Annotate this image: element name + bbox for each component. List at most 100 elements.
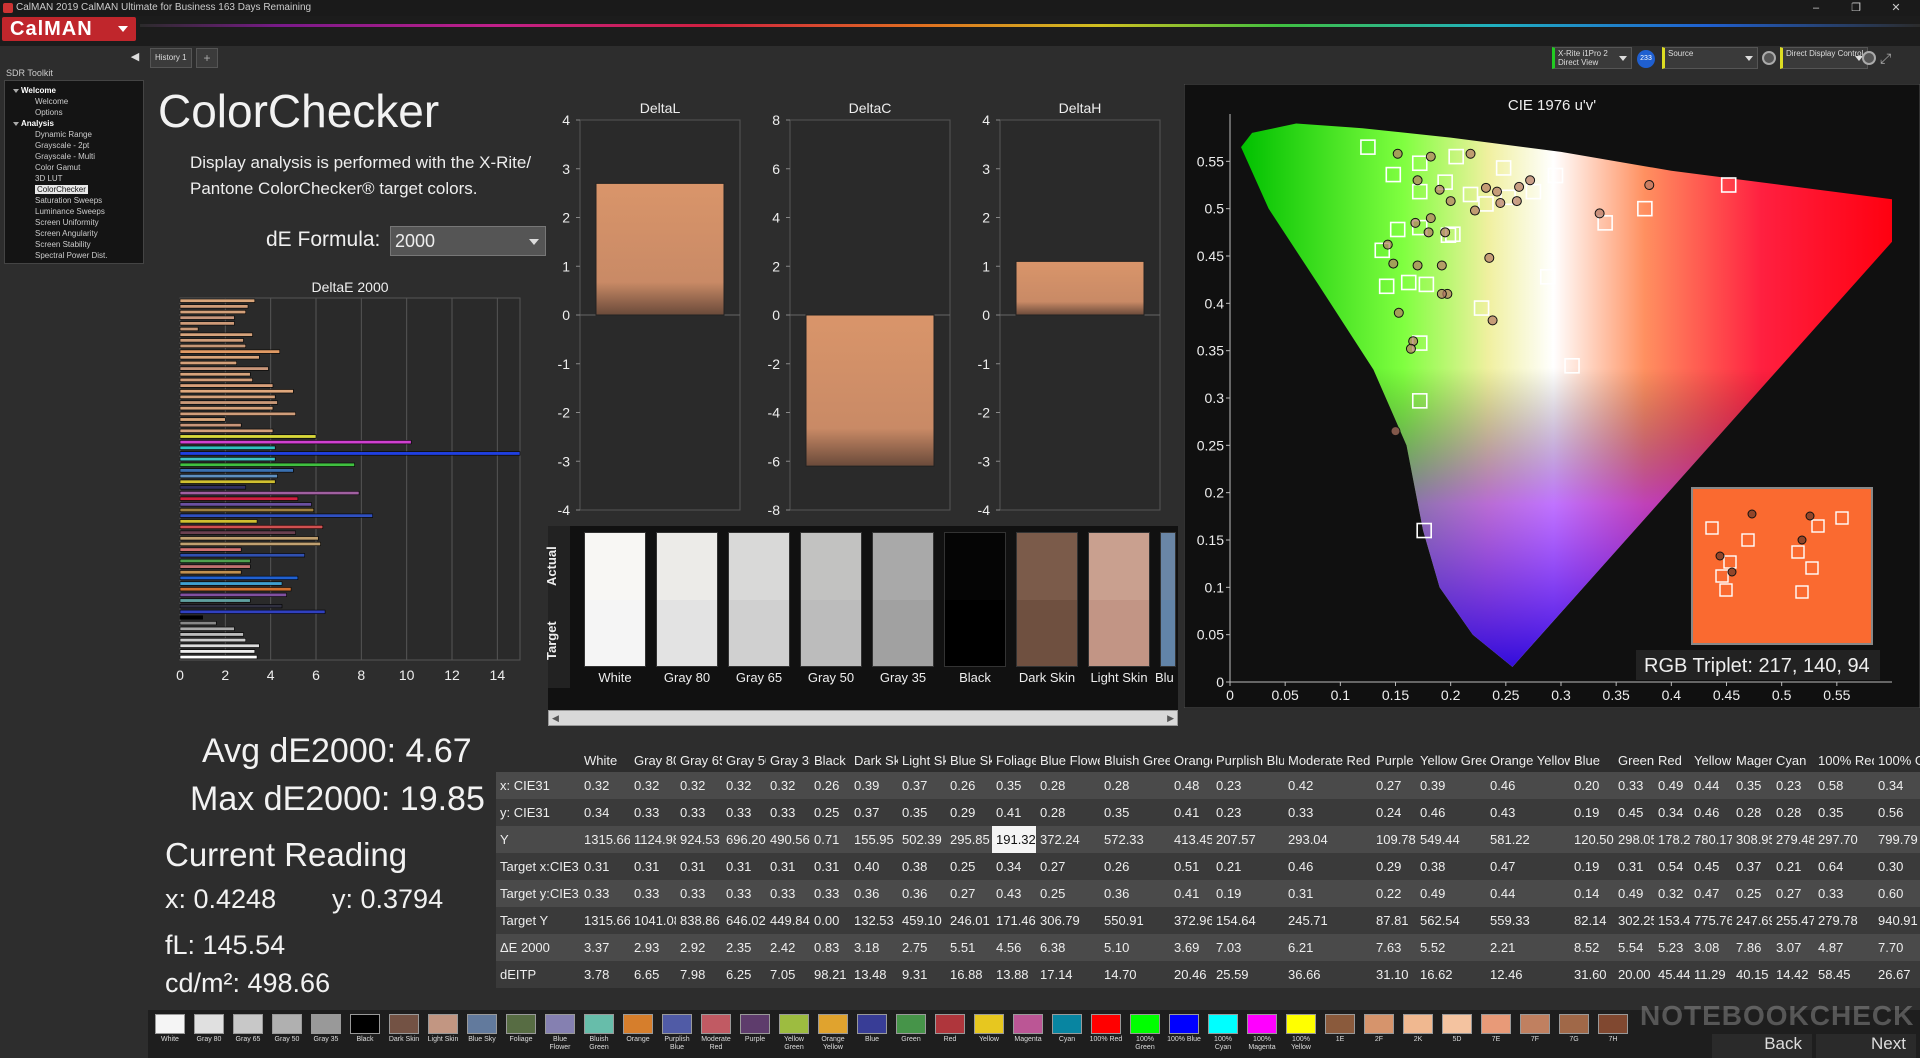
bottom-swatch[interactable]: Purple xyxy=(737,1012,773,1058)
table-cell[interactable]: 3.37 xyxy=(580,934,630,961)
bottom-swatch[interactable]: Bluish Green xyxy=(581,1012,617,1058)
table-cell[interactable]: 0.22 xyxy=(1372,880,1416,907)
table-cell[interactable]: 191.32 xyxy=(992,826,1036,853)
table-cell[interactable]: 7.70 xyxy=(1874,934,1920,961)
table-cell[interactable]: 7.63 xyxy=(1372,934,1416,961)
table-cell[interactable]: 0.64 xyxy=(1814,853,1874,880)
table-cell[interactable]: 0.28 xyxy=(1036,799,1100,826)
table-cell[interactable]: 14.70 xyxy=(1100,961,1170,988)
table-cell[interactable]: 45.44 xyxy=(1654,961,1690,988)
table-cell[interactable]: 0.32 xyxy=(766,772,810,799)
table-cell[interactable]: 0.31 xyxy=(676,853,722,880)
bottom-swatch[interactable]: 100% Magenta xyxy=(1244,1012,1280,1058)
table-cell[interactable]: 372.24 xyxy=(1036,826,1100,853)
bottom-swatch[interactable]: Black xyxy=(347,1012,383,1058)
bottom-swatch[interactable]: Moderate Red xyxy=(698,1012,734,1058)
table-cell[interactable]: 0.39 xyxy=(1416,772,1486,799)
table-cell[interactable]: 0.44 xyxy=(1690,772,1732,799)
bottom-swatch[interactable]: Orange xyxy=(620,1012,656,1058)
swatch-white[interactable] xyxy=(584,532,646,667)
table-cell[interactable]: 2.42 xyxy=(766,934,810,961)
sidebar-item[interactable]: Screen Angularity xyxy=(11,228,143,239)
bottom-swatch[interactable]: 2F xyxy=(1361,1012,1397,1058)
table-cell[interactable]: 0.46 xyxy=(1416,799,1486,826)
table-cell[interactable]: 559.33 xyxy=(1486,907,1570,934)
table-cell[interactable]: 20.00 xyxy=(1614,961,1654,988)
table-cell[interactable]: 0.30 xyxy=(1874,853,1920,880)
table-cell[interactable]: 6.38 xyxy=(1036,934,1100,961)
table-cell[interactable]: 2.21 xyxy=(1486,934,1570,961)
table-cell[interactable]: 0.43 xyxy=(992,880,1036,907)
table-cell[interactable]: 0.44 xyxy=(1486,880,1570,907)
sidebar-item[interactable]: 3D LUT xyxy=(11,173,143,184)
table-cell[interactable]: 0.31 xyxy=(810,853,850,880)
bottom-swatch[interactable]: Gray 65 xyxy=(230,1012,266,1058)
bottom-swatch[interactable]: Light Skin xyxy=(425,1012,461,1058)
bottom-swatch[interactable]: Purplish Blue xyxy=(659,1012,695,1058)
table-cell[interactable]: 0.33 xyxy=(630,880,676,907)
table-cell[interactable]: 295.85 xyxy=(946,826,992,853)
table-cell[interactable]: 0.23 xyxy=(1212,772,1284,799)
table-cell[interactable]: 0.33 xyxy=(810,880,850,907)
sidebar-item[interactable]: Grayscale - Multi xyxy=(11,151,143,162)
table-cell[interactable]: 0.35 xyxy=(1732,772,1772,799)
bottom-swatch[interactable]: Gray 50 xyxy=(269,1012,305,1058)
sidebar-item[interactable]: Screen Stability xyxy=(11,239,143,250)
table-cell[interactable]: 0.47 xyxy=(1690,880,1732,907)
bottom-swatch[interactable]: Magenta xyxy=(1010,1012,1046,1058)
table-cell[interactable]: 696.20 xyxy=(722,826,766,853)
table-cell[interactable]: 20.46 xyxy=(1170,961,1212,988)
table-cell[interactable]: 0.33 xyxy=(722,880,766,907)
bottom-swatch[interactable]: 100% Cyan xyxy=(1205,1012,1241,1058)
swatch-gray-80[interactable] xyxy=(656,532,718,667)
table-cell[interactable]: 207.57 xyxy=(1212,826,1284,853)
add-tab-button[interactable]: + xyxy=(196,48,218,68)
table-cell[interactable]: 0.58 xyxy=(1814,772,1874,799)
table-cell[interactable]: 132.53 xyxy=(850,907,898,934)
scroll-left-icon[interactable]: ◀ xyxy=(552,713,559,724)
table-cell[interactable]: 154.64 xyxy=(1212,907,1284,934)
table-cell[interactable]: 0.26 xyxy=(1100,853,1170,880)
table-cell[interactable]: 0.33 xyxy=(630,799,676,826)
swatch-dark-skin[interactable] xyxy=(1016,532,1078,667)
table-cell[interactable]: 8.52 xyxy=(1570,934,1614,961)
table-cell[interactable]: 0.35 xyxy=(1814,799,1874,826)
table-cell[interactable]: 279.78 xyxy=(1814,907,1874,934)
table-cell[interactable]: 413.45 xyxy=(1170,826,1212,853)
table-cell[interactable]: 6.25 xyxy=(722,961,766,988)
table-cell[interactable]: 0.47 xyxy=(1486,853,1570,880)
table-cell[interactable]: 36.66 xyxy=(1284,961,1372,988)
table-cell[interactable]: 109.78 xyxy=(1372,826,1416,853)
swatch-gray-65[interactable] xyxy=(728,532,790,667)
table-cell[interactable]: 0.33 xyxy=(766,799,810,826)
bottom-swatch[interactable]: Gray 80 xyxy=(191,1012,227,1058)
table-cell[interactable]: 3.07 xyxy=(1772,934,1814,961)
table-cell[interactable]: 2.75 xyxy=(898,934,946,961)
minimize-button[interactable]: – xyxy=(1796,0,1836,16)
table-cell[interactable]: 0.37 xyxy=(1732,853,1772,880)
table-cell[interactable]: 0.29 xyxy=(1372,853,1416,880)
table-cell[interactable]: 25.59 xyxy=(1212,961,1284,988)
table-cell[interactable]: 293.04 xyxy=(1284,826,1372,853)
table-cell[interactable]: 0.46 xyxy=(1690,799,1732,826)
table-cell[interactable]: 502.39 xyxy=(898,826,946,853)
swatch-blue[interactable] xyxy=(1160,532,1176,667)
bottom-swatch[interactable]: Gray 35 xyxy=(308,1012,344,1058)
table-cell[interactable]: 0.27 xyxy=(1036,853,1100,880)
table-cell[interactable]: 0.33 xyxy=(1814,880,1874,907)
table-cell[interactable]: 31.60 xyxy=(1570,961,1614,988)
table-cell[interactable]: 297.70 xyxy=(1814,826,1874,853)
table-cell[interactable]: 0.33 xyxy=(1284,799,1372,826)
table-cell[interactable]: 3.18 xyxy=(850,934,898,961)
table-cell[interactable]: 0.34 xyxy=(992,853,1036,880)
table-cell[interactable]: 298.05 xyxy=(1614,826,1654,853)
table-cell[interactable]: 9.31 xyxy=(898,961,946,988)
table-cell[interactable]: 247.69 xyxy=(1732,907,1772,934)
sidebar-group-0[interactable]: Welcome xyxy=(11,85,143,96)
table-cell[interactable]: 0.20 xyxy=(1570,772,1614,799)
table-cell[interactable]: 5.54 xyxy=(1614,934,1654,961)
table-cell[interactable]: 449.84 xyxy=(766,907,810,934)
table-cell[interactable]: 775.76 xyxy=(1690,907,1732,934)
table-cell[interactable]: 7.05 xyxy=(766,961,810,988)
table-cell[interactable]: 87.81 xyxy=(1372,907,1416,934)
